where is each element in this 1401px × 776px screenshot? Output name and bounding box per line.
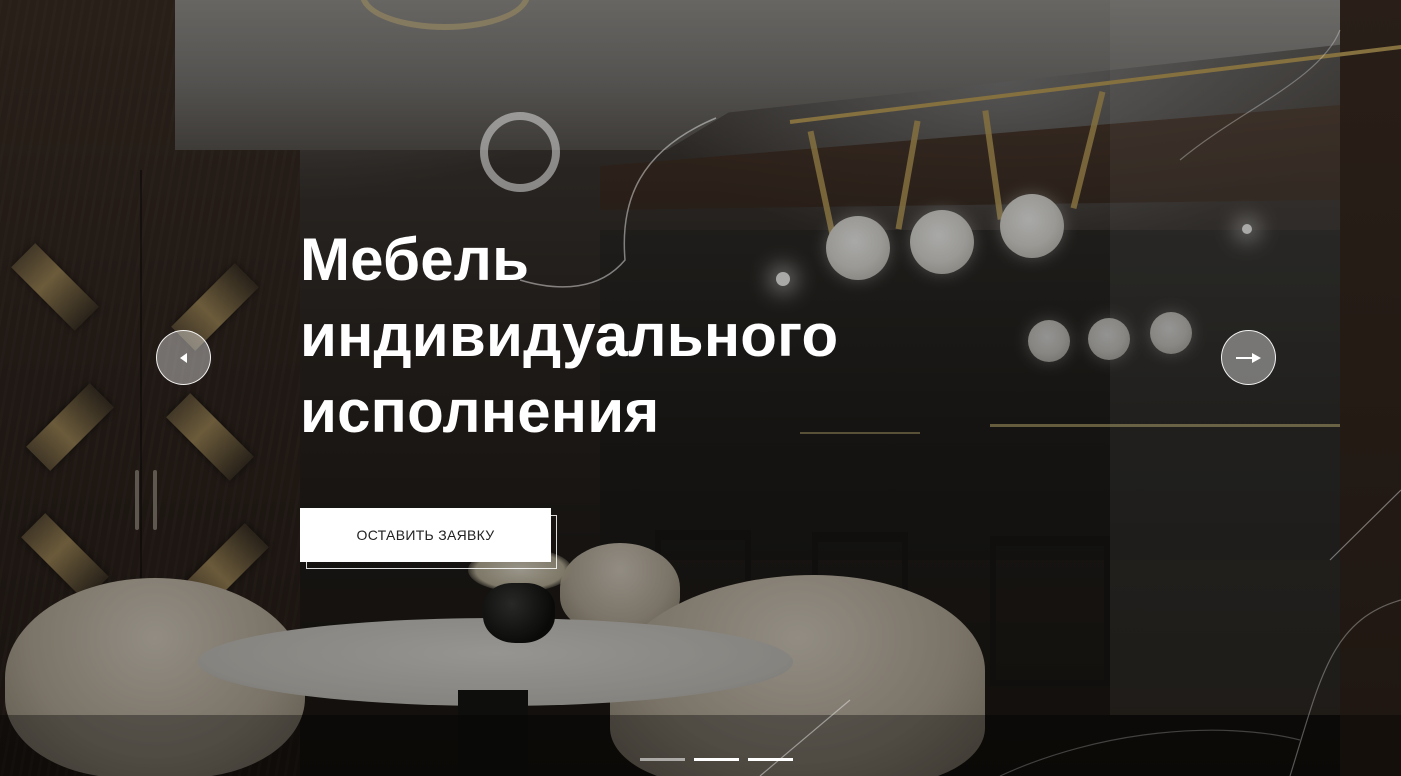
headline-line: индивидуального: [300, 302, 839, 369]
headline-line: Мебель: [300, 226, 530, 293]
slider-dot-3[interactable]: [748, 758, 793, 761]
headline-line: исполнения: [300, 378, 660, 445]
slider-next-button[interactable]: [1221, 330, 1276, 385]
slider-dot-2[interactable]: [694, 758, 739, 761]
bottom-band: [0, 715, 1401, 776]
cta-wrapper: ОСТАВИТЬ ЗАЯВКУ: [300, 508, 558, 570]
hero-slider: Мебель индивидуального исполнения ОСТАВИ…: [0, 0, 1401, 776]
arrow-right-icon: [1235, 352, 1261, 363]
decorative-ring: [480, 112, 560, 192]
hero-headline: Мебель индивидуального исполнения: [300, 222, 920, 450]
slider-prev-button[interactable]: [156, 330, 211, 385]
slider-pagination: [640, 758, 793, 761]
leave-request-button[interactable]: ОСТАВИТЬ ЗАЯВКУ: [300, 508, 551, 562]
arrow-left-icon: [179, 352, 187, 363]
slider-dot-1[interactable]: [640, 758, 685, 761]
